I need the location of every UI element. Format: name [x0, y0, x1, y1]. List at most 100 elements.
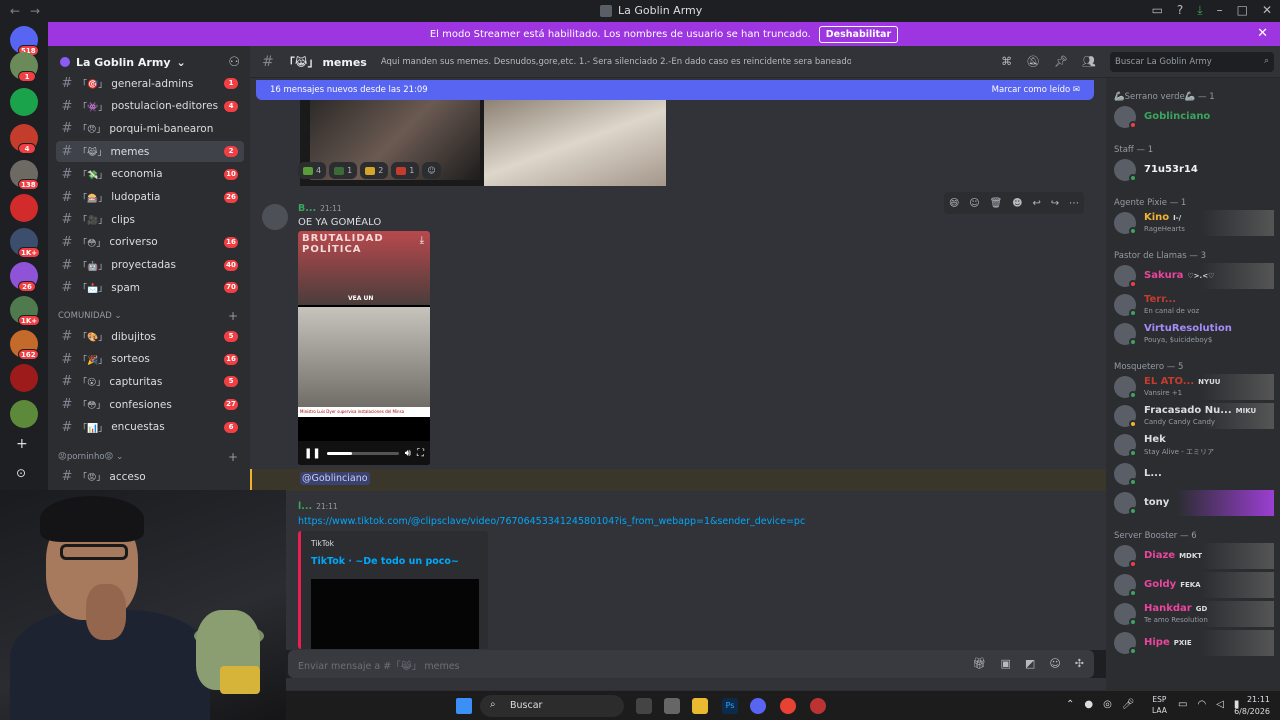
file-explorer-icon[interactable] [692, 698, 708, 714]
task-view-icon[interactable] [636, 698, 652, 714]
member-item[interactable]: Goblinciano [1112, 104, 1274, 130]
video-progress-bar[interactable] [326, 451, 399, 455]
download-icon[interactable]: ⤓ [1197, 3, 1202, 18]
avatar[interactable] [262, 204, 288, 230]
download-video-icon[interactable]: ⤓ [420, 235, 424, 246]
channel-clips[interactable]: # 「🎥」 clips [56, 209, 244, 230]
message-list[interactable]: 16 mensajes nuevos desde las 21:09 Marca… [250, 78, 1106, 650]
add-channel-icon[interactable]: + [228, 450, 238, 464]
member-item[interactable]: tony [1112, 490, 1274, 516]
add-member-icon[interactable]: ⚇ [228, 55, 240, 70]
member-item[interactable]: Sakura ♡>.<♡ [1112, 263, 1274, 289]
channel-memes[interactable]: # 「😹」 memes 2 [56, 141, 244, 163]
server-icon[interactable] [10, 400, 38, 428]
member-list-icon[interactable]: 👥︎ [1082, 55, 1096, 68]
mark-read-button[interactable]: Marcar como leído ✉︎ [992, 85, 1080, 95]
tray-app-icon[interactable]: ● [1084, 699, 1093, 710]
new-messages-bar[interactable]: 16 mensajes nuevos desde las 21:09 Marca… [256, 80, 1094, 100]
reaction-pill[interactable]: 4 [298, 162, 327, 179]
channel-economia[interactable]: # 「💸」 economia 10 [56, 164, 244, 185]
member-item[interactable]: EL ATO... NYUU Vansire +1 [1112, 374, 1274, 400]
sticker-icon[interactable]: ◩ [1025, 657, 1035, 670]
discover-icon[interactable]: ⊙ [16, 466, 26, 480]
app-icon[interactable] [664, 698, 680, 714]
channel-postulacion-editores[interactable]: # 「👾」 postulacion-editores 4 [56, 96, 244, 117]
opera-icon[interactable] [810, 698, 826, 714]
message-author[interactable]: B... 21:11 [298, 203, 342, 214]
more-icon[interactable]: ⋯ [1069, 198, 1079, 209]
channel-capturitas[interactable]: # 「😮」 capturitas 5 [56, 371, 244, 392]
member-item[interactable]: L... [1112, 461, 1274, 487]
emoji-icon[interactable]: ☺ [1049, 657, 1060, 670]
discord-taskbar-icon[interactable] [750, 698, 766, 714]
help-icon[interactable]: ? [1177, 3, 1183, 18]
server-icon[interactable] [10, 88, 38, 116]
add-reaction-icon[interactable]: ☻ [1012, 198, 1022, 209]
reaction-pill[interactable]: 1 [329, 162, 358, 179]
embed-thumbnail[interactable] [311, 579, 479, 649]
apps-icon[interactable]: ✣ [1075, 657, 1084, 670]
search-input[interactable]: Buscar La Goblin Army ⌕ [1110, 52, 1274, 72]
embed-title[interactable]: TikTok · ~De todo un poco~ [311, 556, 459, 567]
add-reaction-icon[interactable]: ☺ [422, 162, 441, 179]
reaction-pill[interactable]: 1 [391, 162, 420, 179]
forward-icon[interactable]: ↪ [1051, 198, 1059, 209]
reaction-pill[interactable]: 2 [360, 162, 389, 179]
channel-proyectadas[interactable]: # 「🤖」 proyectadas 40 [56, 255, 244, 276]
chevron-up-icon[interactable]: ⌃ [1066, 699, 1074, 710]
threads-icon[interactable]: ⌘ [1001, 55, 1012, 68]
message-input[interactable]: Enviar mensaje a #「😹」 memes 🎁︎ ▣ ◩ ☺ ✣ [288, 650, 1094, 678]
gif-icon[interactable]: ▣ [1001, 657, 1011, 670]
tray-edge-icon[interactable]: ◎ [1103, 699, 1112, 710]
history-nav[interactable]: ←→ [10, 4, 50, 18]
member-item[interactable]: Fracasado Nu... MIKU Candy Candy Candy [1112, 403, 1274, 429]
volume-icon[interactable]: 🔊︎ [405, 448, 411, 459]
category-header[interactable]: COMUNIDAD ⌄ + [58, 309, 238, 323]
disable-streamer-button[interactable]: Deshabilitar [818, 25, 899, 43]
server-icon[interactable] [10, 194, 38, 222]
channel-coriverso[interactable]: # 「😳」 coriverso 16 [56, 232, 244, 253]
channel-spam[interactable]: # 「📩」 spam 70 [56, 277, 244, 298]
close-banner-icon[interactable]: ✕ [1257, 26, 1268, 41]
add-channel-icon[interactable]: + [228, 309, 238, 323]
channel-ludopatia[interactable]: # 「🎰」 ludopatia 26 [56, 187, 244, 208]
gift-icon[interactable]: 🎁︎ [973, 657, 987, 670]
wifi-icon[interactable]: ◠ [1197, 699, 1206, 710]
channel-porqui-mi-banearon[interactable]: # 「😠」 porqui-mi-banearon [56, 118, 244, 139]
member-item[interactable]: Kino I-/ RageHearts [1112, 210, 1274, 236]
message-author[interactable]: l... 21:11 [298, 501, 338, 512]
fullscreen-icon[interactable]: ⛶ [417, 448, 424, 459]
clock[interactable]: 21:11 6/8/2026 [1234, 694, 1270, 718]
member-item[interactable]: Terr... En canal de voz [1112, 292, 1274, 318]
pin-icon[interactable]: 📌︎ [1054, 55, 1068, 68]
photoshop-icon[interactable]: Ps [722, 698, 738, 714]
channel-encuestas[interactable]: # 「📊」 encuestas 6 [56, 417, 244, 438]
channel-topic[interactable]: Aqui manden sus memes. Desnudos,gore,etc… [381, 57, 851, 67]
add-server-icon[interactable]: + [16, 436, 28, 452]
user-mention[interactable]: @Goblinciano [300, 472, 370, 485]
mute-icon[interactable]: 🔕︎ [1026, 55, 1040, 68]
taskbar-search[interactable]: ⌕ Buscar [480, 695, 624, 717]
channel-confesiones[interactable]: # 「😳」 confesiones 27 [56, 394, 244, 415]
language-indicator[interactable]: ESP LAA [1152, 694, 1167, 716]
pause-icon[interactable]: ❚❚ [304, 448, 321, 459]
member-item[interactable]: Goldy FEKA [1112, 572, 1274, 598]
category-header[interactable]: 😡porninho😡 ⌄ + [58, 450, 238, 464]
volume-icon[interactable]: ◁ [1216, 699, 1224, 710]
emoji-react-icon[interactable]: 😄︎ [949, 198, 959, 209]
microphone-icon[interactable]: 🎤︎ [1122, 699, 1135, 710]
maximize-icon[interactable]: □ [1237, 3, 1248, 18]
reply-icon[interactable]: ↩ [1032, 198, 1040, 209]
inbox-icon[interactable]: ▭ [1152, 3, 1163, 18]
react-laugh-icon[interactable]: ☺ [969, 198, 979, 209]
tiktok-link[interactable]: https://www.tiktok.com/@clipsclave/video… [298, 516, 805, 527]
chrome-icon[interactable] [780, 698, 796, 714]
member-item[interactable]: VirtuResolution Pouya, $uicideboy$ [1112, 321, 1274, 347]
member-item[interactable]: 71u53r14 [1112, 157, 1274, 183]
channel-general-admins[interactable]: # 「🎯」 general-admins 1 [56, 73, 244, 94]
windows-start-icon[interactable] [456, 698, 472, 714]
channel-dibujitos[interactable]: # 「🎨」 dibujitos 5 [56, 326, 244, 347]
member-item[interactable]: Hankdar GD Te amo Resolution [1112, 601, 1274, 627]
close-window-icon[interactable]: ✕ [1262, 3, 1272, 18]
member-item[interactable]: Hek Stay Alive - エミリア [1112, 432, 1274, 458]
